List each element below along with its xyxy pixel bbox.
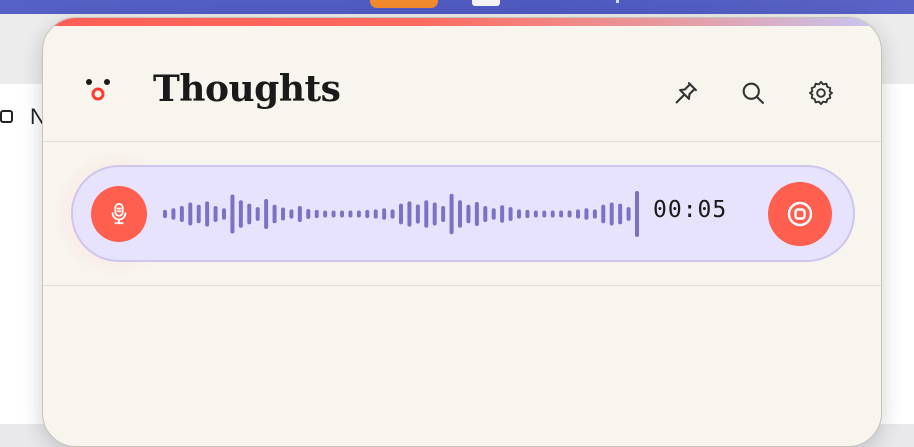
waveform-bar — [289, 209, 294, 219]
waveform-bar — [213, 205, 218, 223]
waveform-bar — [635, 191, 639, 237]
header-divider — [43, 141, 881, 142]
waveform-bar — [399, 203, 403, 225]
waveform-bar — [196, 204, 201, 224]
waveform-bar — [609, 202, 614, 226]
waveform-bar — [306, 208, 311, 220]
waveform-bar — [222, 208, 226, 220]
waveform-bar — [491, 208, 496, 220]
waveform-bar — [567, 210, 572, 218]
waveform-bar — [171, 208, 176, 220]
waveform-bar — [247, 203, 252, 225]
waveform-bar — [331, 210, 336, 218]
panel-accent-strip — [43, 18, 881, 26]
waveform-bar — [188, 202, 193, 226]
pin-icon — [675, 82, 697, 104]
waveform-bar — [297, 205, 302, 223]
waveform-bar — [415, 204, 420, 224]
panel-header: Thoughts — [43, 26, 881, 141]
waveform-bar — [466, 204, 471, 224]
menubar-app-indicator[interactable] — [370, 0, 438, 8]
waveform-bar — [264, 199, 269, 229]
voice-recorder-bar: 00:05 — [71, 165, 855, 262]
gear-icon — [808, 80, 834, 106]
waveform-bar — [508, 207, 513, 221]
microphone-icon — [111, 203, 127, 225]
waveform-bar — [390, 209, 395, 219]
recording-timer: 00:05 — [653, 197, 728, 223]
waveform-bar — [281, 207, 285, 221]
waveform-bar — [458, 200, 462, 228]
waveform-bar — [179, 205, 184, 223]
waveform-bar — [542, 210, 547, 218]
waveform-bar — [500, 205, 505, 223]
waveform-bar — [238, 200, 243, 228]
waveform-bar — [323, 210, 328, 218]
settings-button[interactable] — [804, 76, 838, 110]
waveform-bar — [584, 208, 589, 220]
search-button[interactable] — [736, 76, 770, 110]
app-logo-icon — [86, 79, 110, 101]
background-checkbox[interactable] — [0, 110, 13, 123]
waveform-bar — [576, 209, 580, 219]
waveform-bar — [626, 207, 631, 221]
waveform-bar — [205, 201, 210, 227]
waveform-bar — [340, 210, 344, 218]
pin-button[interactable] — [669, 76, 703, 110]
waveform-bar — [533, 210, 538, 218]
menubar-status-item[interactable] — [472, 0, 500, 6]
waveform-bar — [314, 209, 319, 219]
thoughts-panel: Thoughts 00:05 — [42, 17, 882, 447]
recorder-divider — [43, 285, 881, 286]
waveform-bar — [424, 200, 429, 228]
waveform-bar — [601, 204, 606, 224]
search-icon — [742, 82, 764, 104]
waveform-bar — [525, 209, 530, 219]
waveform-bar — [483, 205, 488, 223]
waveform-bar — [272, 204, 277, 224]
mic-button[interactable] — [91, 186, 147, 242]
page-title: Thoughts — [153, 68, 341, 110]
waveform-bar — [559, 210, 564, 218]
waveform-bar — [550, 210, 555, 218]
waveform-bar — [592, 209, 597, 219]
menubar-tick — [616, 0, 619, 3]
waveform-bar — [474, 202, 479, 226]
waveform-bar — [432, 202, 437, 226]
stop-recording-button[interactable] — [768, 182, 832, 246]
waveform-bar — [382, 208, 387, 220]
waveform-bar — [618, 203, 623, 225]
waveform-bar — [441, 205, 446, 223]
audio-waveform — [163, 191, 639, 237]
waveform-bar — [255, 207, 260, 221]
waveform-bar — [407, 201, 412, 227]
waveform-bar — [449, 193, 454, 235]
waveform-bar — [373, 209, 378, 219]
waveform-bar — [365, 209, 370, 219]
system-menubar — [0, 0, 914, 14]
stop-icon — [787, 201, 813, 227]
waveform-bar — [356, 210, 361, 218]
waveform-bar — [163, 209, 167, 219]
waveform-bar — [348, 210, 353, 218]
waveform-bar — [230, 194, 235, 234]
waveform-bar — [517, 209, 521, 219]
